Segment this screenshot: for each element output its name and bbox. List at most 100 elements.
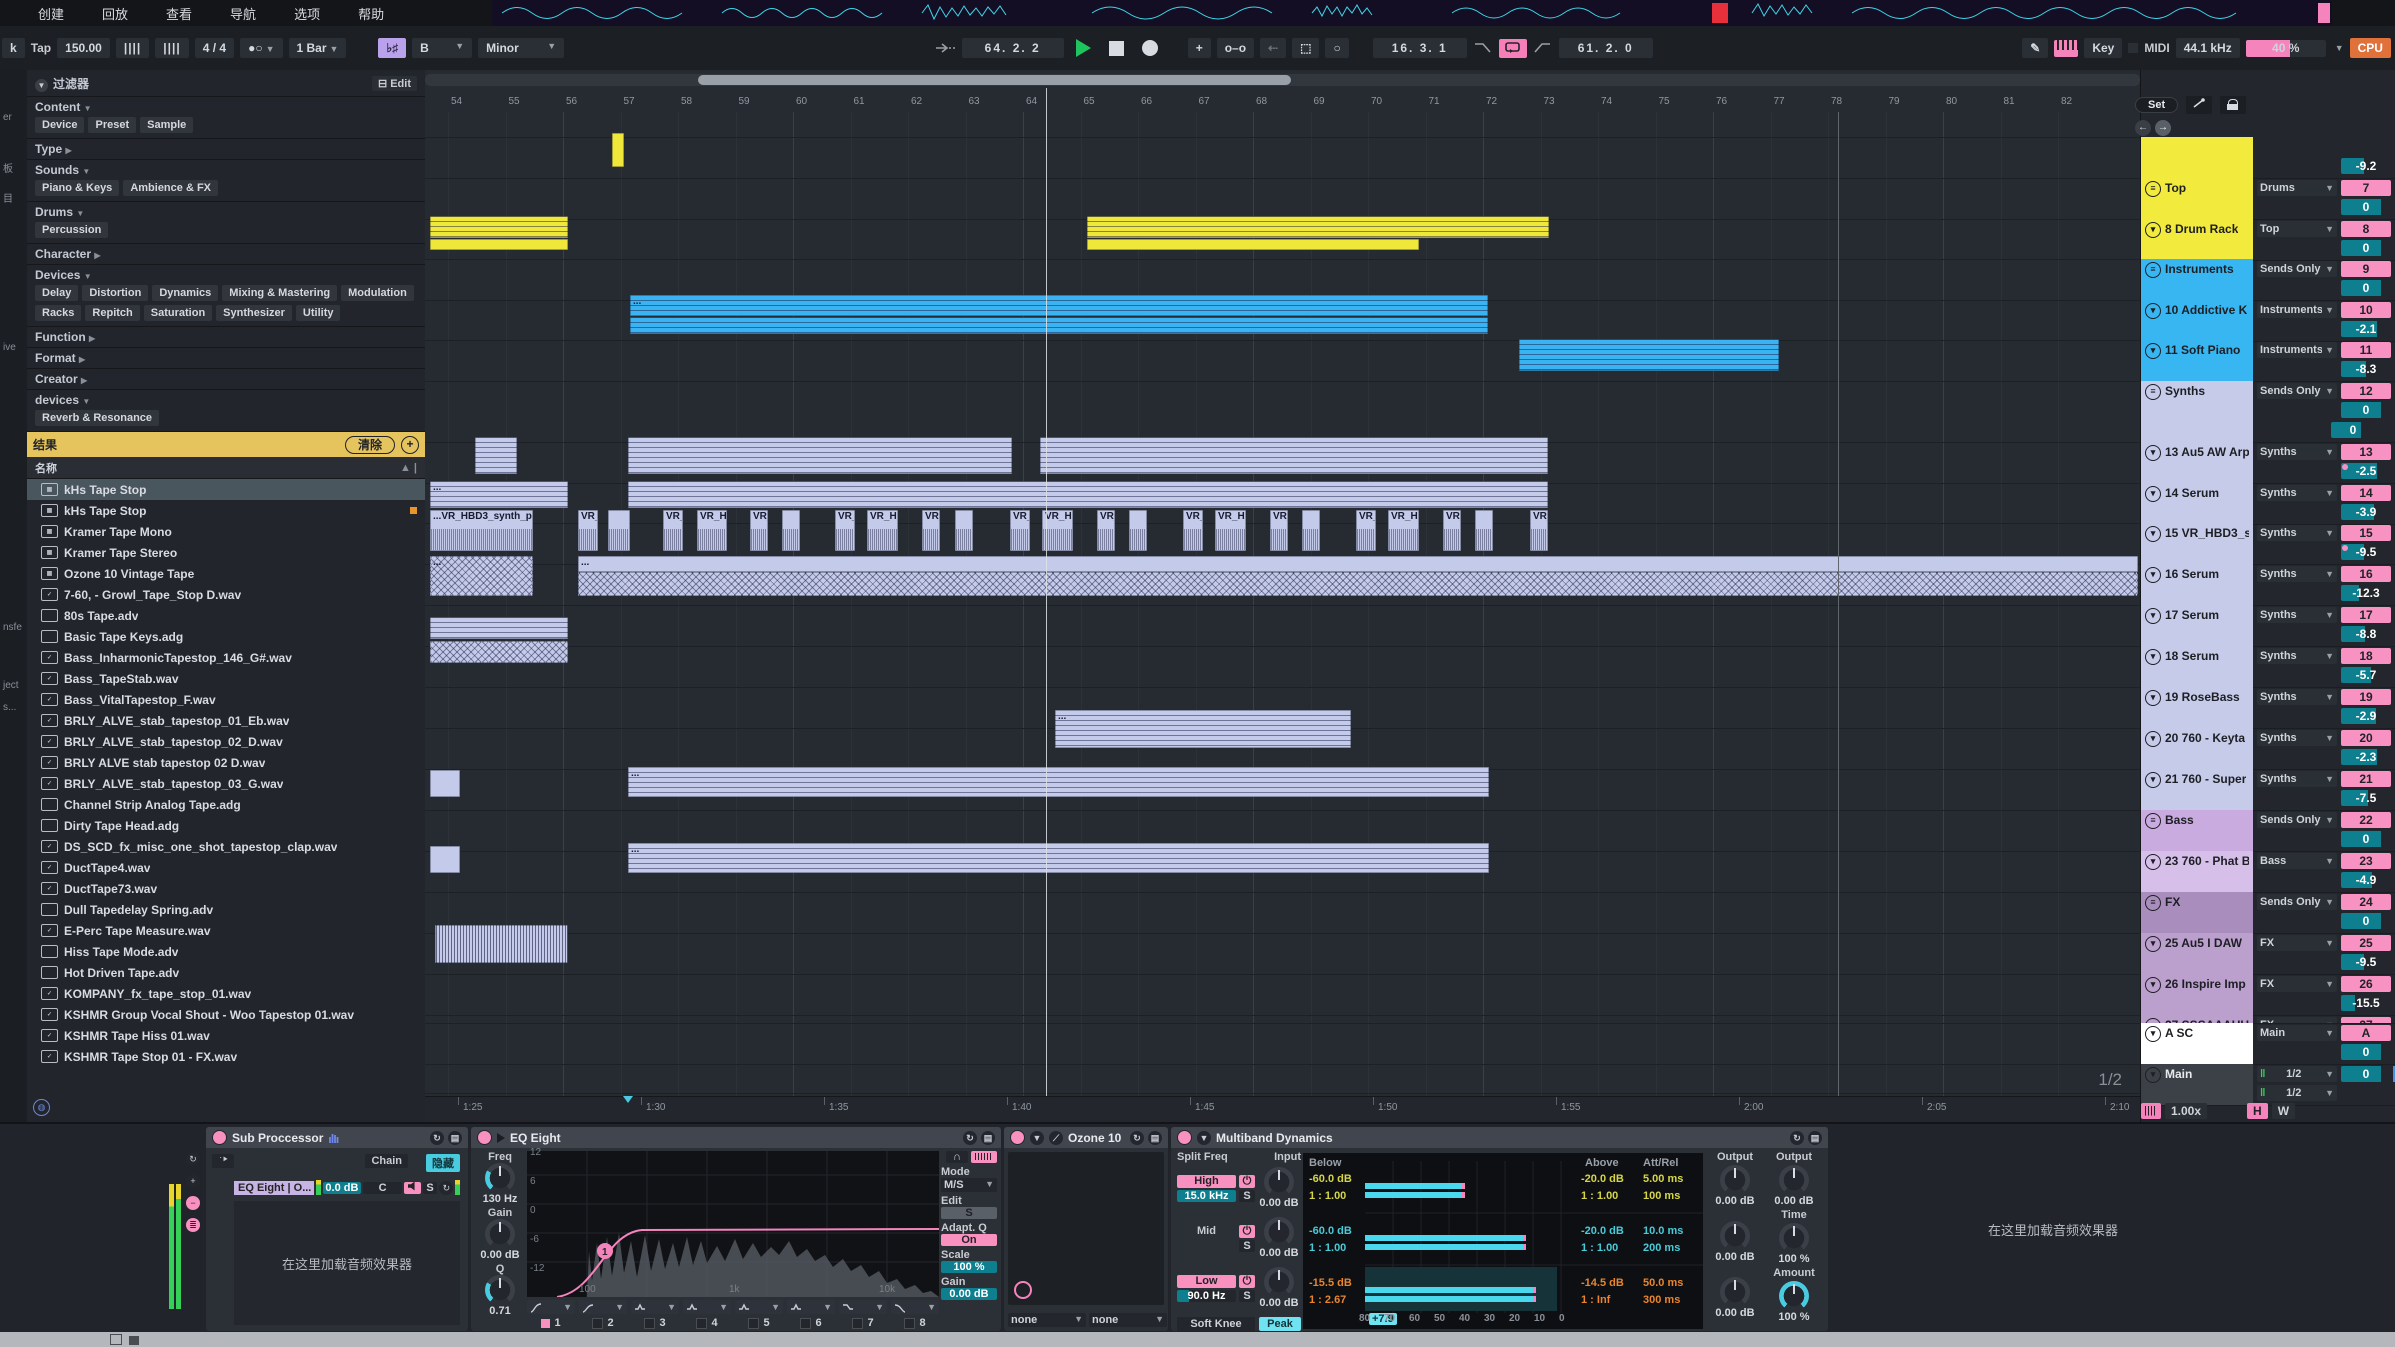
eq-band-4[interactable]: ▼4: [683, 1300, 731, 1329]
hot-swap-icon[interactable]: ↻: [963, 1131, 977, 1145]
volume-field[interactable]: -9.2: [2341, 158, 2391, 174]
track-number[interactable]: 16: [2341, 566, 2391, 582]
track-name[interactable]: ▾26 Inspire Imp: [2141, 974, 2253, 1015]
volume-field[interactable]: -2.3: [2341, 749, 2391, 765]
below-threshold[interactable]: -60.0 dB: [1309, 1173, 1352, 1185]
routing-select-2[interactable]: ‖1/2▼: [2257, 1085, 2337, 1101]
track-name[interactable]: ▾A SC: [2141, 1023, 2253, 1064]
device-multiband-dynamics[interactable]: ▼ Multiband Dynamics ↻▤ Split FreqInputH…: [1171, 1127, 1828, 1331]
output-knob-2[interactable]: [1720, 1277, 1750, 1307]
track-name[interactable]: [2141, 137, 2253, 178]
filter-section-label[interactable]: Function ▶: [35, 330, 417, 344]
clip[interactable]: [608, 510, 630, 551]
track-row-21-760-super[interactable]: ▾21 760 - SuperSynths▼21-7.5: [2141, 769, 2395, 811]
band-filter-select[interactable]: ▼: [735, 1300, 783, 1314]
browser-item[interactable]: Basic Tape Keys.adg: [27, 626, 425, 647]
clip[interactable]: VR_H: [1270, 510, 1288, 551]
track-row-17-serum[interactable]: ▾17 SerumSynths▼17-8.8: [2141, 605, 2395, 647]
clip[interactable]: VR_H: [1010, 510, 1030, 551]
routing-select[interactable]: Synths▼: [2257, 730, 2337, 746]
band-filter-select[interactable]: ▼: [839, 1300, 887, 1314]
track-number[interactable]: 26: [2341, 976, 2391, 992]
filter-section-label[interactable]: Drums ▼: [35, 205, 417, 219]
clip[interactable]: [430, 846, 460, 873]
width-zoom-button[interactable]: W: [2272, 1103, 2295, 1119]
tempo-field[interactable]: 150.00: [57, 38, 110, 58]
browser-item[interactable]: ▦Ozone 10 Vintage Tape: [27, 563, 425, 584]
time-signature-field[interactable]: 4 / 4: [195, 38, 234, 58]
volume-field[interactable]: 0: [2341, 1066, 2391, 1082]
hot-swap-icon[interactable]: ↻: [430, 1131, 444, 1145]
filter-tag-racks[interactable]: Racks: [35, 305, 81, 321]
routing-select[interactable]: Synths▼: [2257, 444, 2337, 460]
filter-tag-repitch[interactable]: Repitch: [85, 305, 139, 321]
routing-select[interactable]: Top▼: [2257, 221, 2337, 237]
clip[interactable]: VR_H: [1356, 510, 1376, 551]
track-number[interactable]: 19: [2341, 689, 2391, 705]
browser-item[interactable]: Channel Strip Analog Tape.adg: [27, 794, 425, 815]
chain-solo[interactable]: S: [423, 1182, 438, 1194]
clip[interactable]: [628, 437, 1012, 474]
track-number[interactable]: 9: [2341, 261, 2391, 277]
key-map-button[interactable]: Key: [2084, 38, 2122, 58]
clip[interactable]: VR_H: [578, 510, 598, 551]
browser-item[interactable]: ▦kHs Tape Stop: [27, 500, 425, 521]
band-enable-checkbox[interactable]: 8: [891, 1317, 939, 1329]
filter-section-label[interactable]: Character ▶: [35, 247, 417, 261]
clip[interactable]: [628, 481, 1548, 508]
device-activator[interactable]: [212, 1130, 227, 1145]
track-number[interactable]: 14: [2341, 485, 2391, 501]
track-fold-icon[interactable]: ▾: [2145, 486, 2161, 502]
browser-item[interactable]: ✓BRLY_ALVE_stab_tapestop_03_G.wav: [27, 773, 425, 794]
device-eq-eight[interactable]: EQ Eight ↻▤ Freq 130 Hz Gain 0.00 dB Q 0…: [471, 1127, 1001, 1331]
track-row-instruments[interactable]: ≡InstrumentsSends Only▼90: [2141, 259, 2395, 301]
new-button[interactable]: +: [1188, 38, 1211, 58]
insert-marker[interactable]: [1838, 112, 1839, 1097]
clip[interactable]: ...: [630, 295, 1488, 316]
track-row-fx[interactable]: ≡FXSends Only▼240: [2141, 892, 2395, 934]
track-row-top[interactable]: ≡TopDrums▼70: [2141, 178, 2395, 220]
back-to-arrangement-icon[interactable]: ⇠: [1260, 38, 1286, 58]
browser-item[interactable]: ✓DuctTape4.wav: [27, 857, 425, 878]
filter-tag-piano-keys[interactable]: Piano & Keys: [35, 180, 119, 196]
track-number[interactable]: 10: [2341, 302, 2391, 318]
track-name[interactable]: ▾18 Serum: [2141, 646, 2253, 687]
clip[interactable]: ...: [1055, 710, 1351, 748]
mbd-input-knob[interactable]: [1264, 1167, 1294, 1197]
track-number[interactable]: 8: [2341, 221, 2391, 237]
volume-field[interactable]: -9.5: [2341, 544, 2391, 560]
macro-toggle-icon[interactable]: ᛫▶: [212, 1154, 234, 1168]
clip[interactable]: [475, 437, 517, 474]
browser-item[interactable]: ✓Bass_TapeStab.wav: [27, 668, 425, 689]
track-number[interactable]: 13: [2341, 444, 2391, 460]
browser-item[interactable]: ✓DS_SCD_fx_misc_one_shot_tapestop_clap.w…: [27, 836, 425, 857]
band-filter-select[interactable]: ▼: [527, 1300, 575, 1314]
volume-field[interactable]: -9.5: [2341, 954, 2391, 970]
prev-arrow-button[interactable]: ←: [2135, 120, 2151, 136]
track-number[interactable]: 20: [2341, 730, 2391, 746]
filter-tag-utility[interactable]: Utility: [296, 305, 341, 321]
packs-globe-icon[interactable]: ◍: [33, 1099, 50, 1116]
quantize-menu[interactable]: 1 Bar▼: [289, 38, 347, 58]
volume-field[interactable]: -12.3: [2341, 585, 2391, 601]
above-threshold[interactable]: -14.5 dB: [1581, 1277, 1624, 1289]
track-fold-icon[interactable]: ▾: [2145, 936, 2161, 952]
menu-item-0[interactable]: 创建: [38, 4, 64, 23]
browser-item[interactable]: ✓BRLY ALVE stab tapestop 02 D.wav: [27, 752, 425, 773]
volume-field[interactable]: 0: [2341, 913, 2391, 929]
routing-select[interactable]: Synths▼: [2257, 648, 2337, 664]
track-row-13-au5-aw-arp[interactable]: ▾13 Au5 AW ArpSynths▼13-2.5: [2141, 442, 2395, 484]
punch-out-icon[interactable]: [1533, 41, 1553, 55]
clip[interactable]: [430, 239, 568, 250]
sub-title-bar[interactable]: Sub Proccessor ↻▤: [206, 1127, 468, 1148]
q-knob[interactable]: [485, 1275, 515, 1305]
clip[interactable]: [1087, 216, 1549, 238]
band-enable-checkbox[interactable]: 1: [527, 1317, 575, 1329]
clip[interactable]: [578, 572, 2138, 596]
track-name[interactable]: ▾17 Serum: [2141, 605, 2253, 646]
device-activator[interactable]: [477, 1130, 492, 1145]
clip[interactable]: ...: [430, 481, 568, 508]
chain-hotswap-icon[interactable]: ↻: [439, 1181, 453, 1195]
metronome-button[interactable]: ●○▼: [240, 38, 282, 58]
menu-item-1[interactable]: 回放: [102, 4, 128, 23]
